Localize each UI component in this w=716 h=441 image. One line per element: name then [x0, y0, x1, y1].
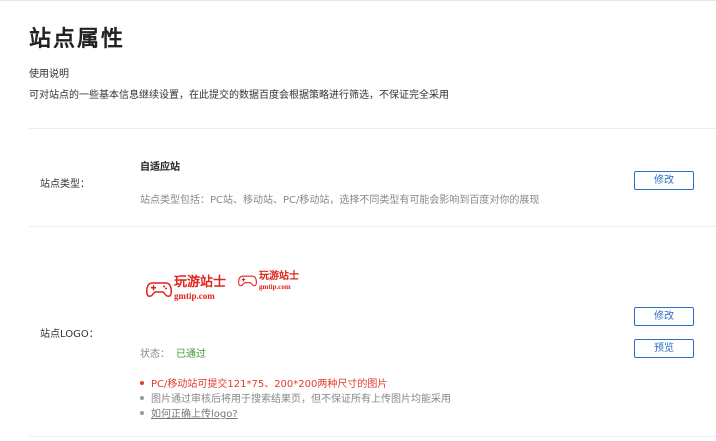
status-badge: 已通过 — [176, 349, 206, 360]
note-item: 图片通过审核后将用于搜索结果页，但不保证所有上传图片均能采用 — [140, 390, 451, 405]
site-type-modify-button[interactable]: 修改 — [634, 171, 694, 190]
note-item: 如何正确上传logo? — [140, 405, 238, 420]
top-border — [0, 0, 716, 1]
section-divider — [29, 128, 716, 129]
logo-preview-button[interactable]: 预览 — [634, 339, 694, 358]
logo-url-text: gmtip.com — [259, 283, 291, 291]
site-type-value: 自适应站 — [140, 162, 180, 173]
section-divider — [29, 226, 716, 227]
usage-title: 使用说明 — [29, 69, 69, 80]
section-divider — [29, 436, 716, 437]
note-text: PC/移动站可提交121*75、200*200两种尺寸的图片 — [151, 379, 388, 390]
logo-url-text: gmtip.com — [174, 291, 215, 301]
bullet-icon — [140, 395, 144, 400]
bullet-icon — [140, 410, 144, 415]
status-label: 状态： — [140, 349, 170, 360]
site-logo-label: 站点LOGO： — [40, 329, 99, 340]
site-type-hint: 站点类型包括：PC站、移动站、PC/移动站，选择不同类型有可能会影响到百度对你的… — [140, 195, 540, 206]
logo-preview-large: 玩游站士 gmtip.com — [146, 276, 226, 301]
note-item: PC/移动站可提交121*75、200*200两种尺寸的图片 — [140, 375, 387, 390]
page-title: 站点属性 — [29, 27, 126, 52]
logo-brand-text: 玩游站士 — [259, 271, 299, 282]
logo-preview-small: 玩游站士 gmtip.com — [238, 272, 299, 291]
logo-modify-button[interactable]: 修改 — [634, 307, 694, 326]
site-type-label: 站点类型： — [40, 179, 90, 190]
gamepad-icon — [238, 275, 257, 287]
upload-help-link[interactable]: 如何正确上传logo? — [151, 405, 238, 420]
usage-description: 可对站点的一些基本信息继续设置，在此提交的数据百度会根据策略进行筛选，不保证完全… — [29, 90, 449, 101]
bullet-icon — [140, 380, 144, 385]
gamepad-icon — [146, 282, 172, 297]
logo-brand-text: 玩游站士 — [174, 275, 227, 290]
note-text: 图片通过审核后将用于搜索结果页，但不保证所有上传图片均能采用 — [151, 394, 451, 405]
